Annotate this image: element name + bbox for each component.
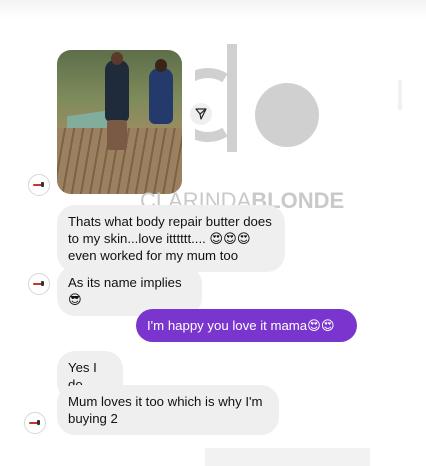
message-bubble-incoming[interactable]: Thats what body repair butter does to my… (57, 205, 285, 272)
avatar[interactable] (28, 273, 50, 295)
avatar[interactable] (28, 174, 50, 196)
message-bubble-outgoing[interactable]: I'm happy you love it mama😍😍 (136, 309, 357, 342)
share-button[interactable] (190, 103, 212, 125)
send-paper-plane-icon (195, 108, 207, 120)
bottom-edge (205, 448, 370, 466)
avatar[interactable] (24, 412, 46, 434)
photo-person-right (149, 59, 173, 124)
message-bubble-incoming[interactable]: Mum loves it too which is why I'm buying… (57, 385, 279, 435)
edge-shadow (398, 80, 402, 110)
photo-message[interactable] (57, 50, 182, 194)
watermark-logo (195, 44, 319, 152)
top-fade (0, 0, 426, 20)
photo-person-left (105, 52, 129, 150)
